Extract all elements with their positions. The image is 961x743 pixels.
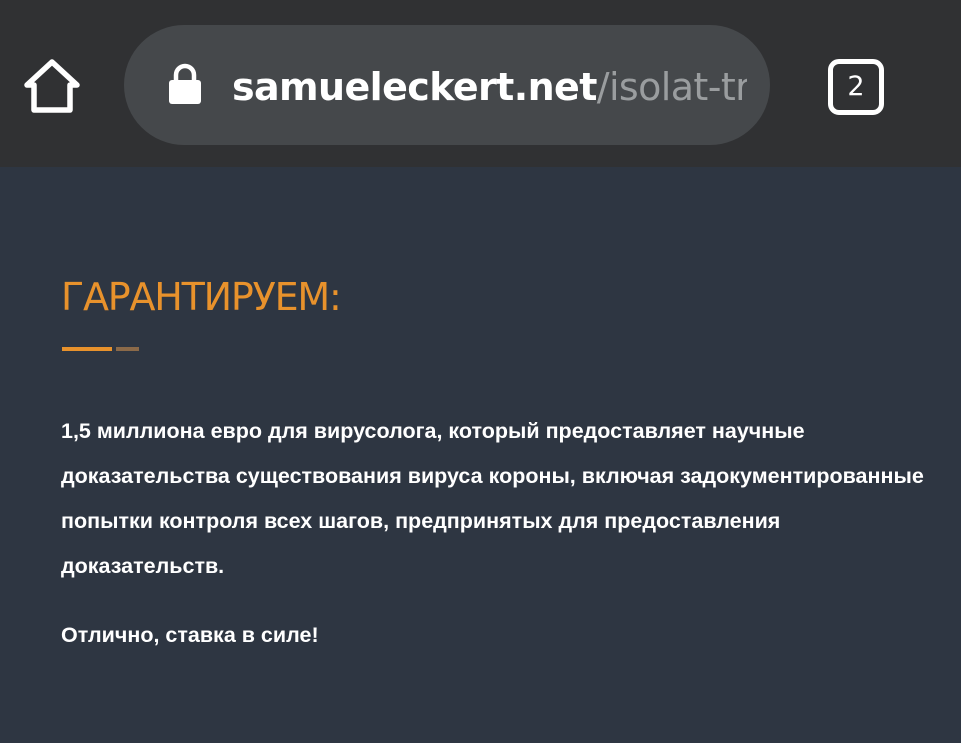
offer-text: 1,5 миллиона евро для вирусолога, которы… [61,419,924,578]
lock-icon[interactable] [167,63,203,105]
tab-switcher-button[interactable]: 2 [828,59,884,115]
url-text[interactable]: samueleckert.net/isolat-tr [232,59,747,115]
heading-underline-accent [116,347,139,351]
home-icon[interactable] [22,57,82,115]
url-host: samueleckert.net [232,65,597,109]
closing-text: Отлично, ставка в силе! [61,623,319,647]
url-path: /isolat-tr [596,65,747,109]
browser-toolbar: samueleckert.net/isolat-tr 2 [0,0,961,167]
heading-underline [62,347,112,351]
page-heading: ГАРАНТИРУЕМ: [61,275,342,319]
tab-count: 2 [847,71,865,102]
address-bar[interactable]: samueleckert.net/isolat-tr [124,25,770,145]
